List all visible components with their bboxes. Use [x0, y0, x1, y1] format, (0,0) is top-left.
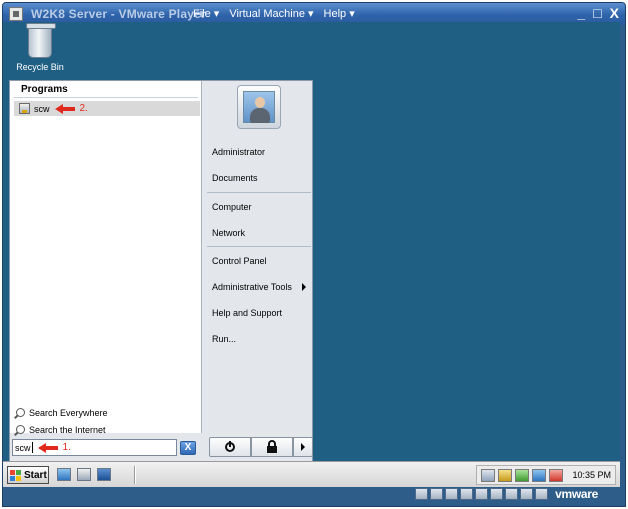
close-button[interactable]: X	[610, 6, 619, 20]
printer-icon[interactable]	[490, 488, 503, 500]
search-links: Search Everywhere Search the Internet	[16, 404, 108, 438]
program-label: scw	[34, 103, 50, 114]
recycle-bin-icon	[26, 23, 56, 58]
chevron-down-icon: ▾	[213, 8, 220, 20]
chevron-down-icon: ▾	[308, 8, 314, 20]
network-icon[interactable]	[481, 468, 496, 482]
menu-item-network[interactable]: Network	[212, 228, 245, 238]
red-arrow-icon	[54, 103, 75, 114]
search-everywhere-link[interactable]: Search Everywhere	[16, 404, 108, 421]
menu-item-run[interactable]: Run...	[212, 334, 236, 344]
vmware-menubar: File ▾ Virtual Machine ▾ Help ▾	[193, 7, 355, 20]
recycle-bin-label: Recycle Bin	[16, 62, 64, 72]
menu-virtual-machine-label: Virtual Machine	[229, 8, 305, 20]
vm-icon[interactable]	[535, 488, 548, 500]
hdd-icon[interactable]	[415, 488, 428, 500]
start-menu-right-pane: Administrator Documents Computer Network…	[203, 81, 313, 433]
window-title: W2K8 Server - VMware Player	[31, 7, 206, 21]
vmware-logo-icon	[9, 7, 23, 21]
start-search-input[interactable]: scw 1.	[12, 439, 177, 456]
cdrom-icon[interactable]	[430, 488, 443, 500]
menu-item-administrator[interactable]: Administrator	[212, 147, 265, 157]
server-manager-icon[interactable]	[77, 468, 91, 481]
minimize-button[interactable]: _	[577, 6, 585, 20]
menu-virtual-machine[interactable]: Virtual Machine ▾	[229, 7, 313, 20]
user-picture[interactable]	[237, 85, 281, 129]
menu-item-computer[interactable]: Computer	[212, 202, 252, 212]
display-icon[interactable]	[532, 468, 547, 482]
windows-logo-icon	[10, 469, 22, 481]
programs-divider	[14, 97, 198, 98]
guest-taskbar: Start 10:35 PM	[3, 461, 620, 487]
power-controls	[209, 437, 313, 457]
menu-separator	[207, 192, 311, 193]
search-icon	[16, 425, 25, 434]
search-input-value: scw	[15, 442, 31, 453]
menu-help-label: Help	[323, 8, 347, 20]
device-icons	[415, 488, 548, 500]
quick-launch	[57, 468, 111, 481]
programs-header: Programs	[21, 84, 68, 95]
vmware-statusbar: vmware	[3, 487, 620, 503]
search-icon	[16, 408, 25, 417]
recycle-bin[interactable]: Recycle Bin	[12, 23, 68, 72]
volume-icon[interactable]	[549, 468, 564, 482]
start-label: Start	[24, 469, 47, 481]
ie-icon[interactable]	[57, 468, 71, 481]
chevron-down-icon: ▾	[349, 8, 355, 20]
search-everywhere-label: Search Everywhere	[29, 407, 108, 418]
network-adapter-icon[interactable]	[460, 488, 473, 500]
search-internet-label: Search the Internet	[29, 424, 106, 435]
maximize-button[interactable]: □	[593, 6, 601, 20]
user-avatar-icon	[243, 91, 275, 123]
lock-button[interactable]	[251, 437, 293, 457]
step-2-label: 2.	[79, 103, 88, 114]
start-menu-left-pane: Programs scw 2. Search Everywhere Search…	[10, 81, 202, 435]
floppy-icon[interactable]	[445, 488, 458, 500]
chevron-right-icon	[301, 443, 305, 451]
step-1-label: 1.	[62, 442, 71, 453]
taskbar-clock[interactable]: 10:35 PM	[572, 470, 611, 480]
shutdown-button[interactable]	[209, 437, 251, 457]
message-icon[interactable]	[520, 488, 533, 500]
menu-item-control-panel[interactable]: Control Panel	[212, 256, 267, 266]
start-button[interactable]: Start	[7, 466, 49, 484]
program-item-scw[interactable]: scw 2.	[14, 101, 200, 116]
menu-help[interactable]: Help ▾	[324, 7, 355, 20]
scw-program-icon	[19, 103, 30, 114]
vmware-brand-logo: vmware	[555, 487, 598, 501]
menu-item-help-and-support[interactable]: Help and Support	[212, 308, 282, 318]
window-controls: _ □ X	[577, 6, 619, 20]
sound-icon[interactable]	[505, 488, 518, 500]
submenu-arrow-icon	[302, 283, 306, 291]
text-caret	[31, 442, 33, 453]
security-icon[interactable]	[498, 468, 513, 482]
menu-file-label: File	[193, 8, 211, 20]
system-tray: 10:35 PM	[476, 465, 616, 485]
menu-item-documents[interactable]: Documents	[212, 173, 258, 183]
menu-file[interactable]: File ▾	[193, 7, 219, 20]
menu-item-administrative-tools[interactable]: Administrative Tools	[212, 282, 292, 292]
lock-icon	[267, 439, 277, 453]
usb-icon[interactable]	[475, 488, 488, 500]
red-arrow-icon	[37, 442, 58, 453]
search-internet-link[interactable]: Search the Internet	[16, 421, 108, 438]
power-icon	[225, 441, 235, 452]
more-options-button[interactable]	[293, 437, 313, 457]
show-desktop-icon[interactable]	[97, 468, 111, 481]
menu-separator	[207, 246, 311, 247]
update-icon[interactable]	[515, 468, 530, 482]
taskbar-divider	[134, 466, 136, 484]
clear-search-button[interactable]: X	[180, 441, 196, 455]
start-menu: Programs scw 2. Search Everywhere Search…	[9, 80, 313, 464]
